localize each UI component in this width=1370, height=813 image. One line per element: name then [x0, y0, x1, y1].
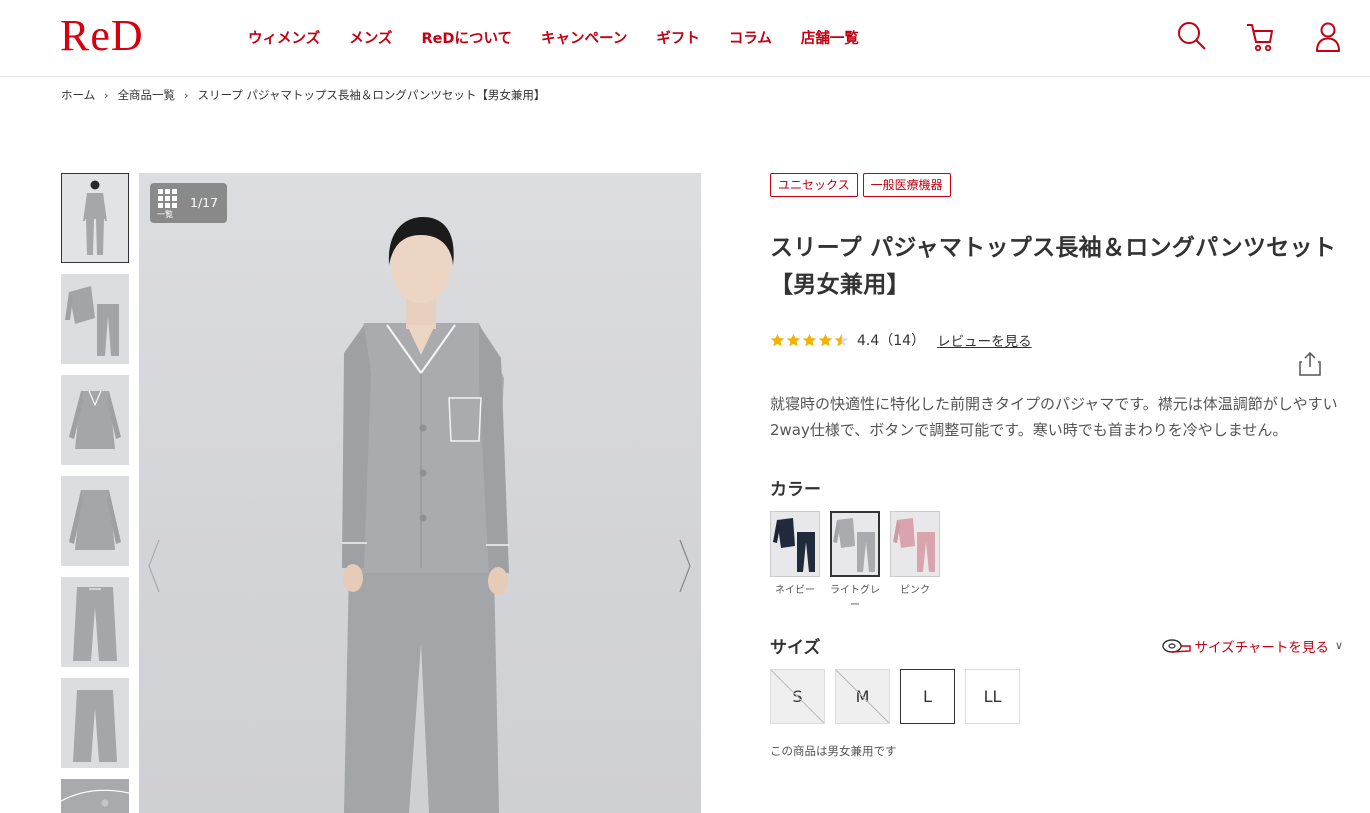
rating: 4.4（14） レビューを見る: [770, 330, 1340, 350]
size-options: S M L LL: [770, 669, 1340, 724]
chevron-down-icon: ∨: [1334, 639, 1343, 652]
size-option-l[interactable]: L: [900, 669, 955, 724]
color-swatches: ネイビー ライトグレー ピンク: [770, 511, 1340, 613]
breadcrumb: ホーム › 全商品一覧 › スリープ パジャマトップス長袖＆ロングパンツセット【…: [61, 87, 545, 103]
nav-womens[interactable]: ウィメンズ: [248, 27, 320, 48]
size-label: サイズ: [770, 638, 821, 658]
logo[interactable]: ReD: [60, 14, 144, 58]
grid-label: 一覧: [157, 210, 173, 219]
breadcrumb-current: スリープ パジャマトップス長袖＆ロングパンツセット【男女兼用】: [197, 88, 546, 102]
size-option-m[interactable]: M: [835, 669, 890, 724]
color-swatch-pink[interactable]: ピンク: [890, 511, 940, 613]
main-nav: ウィメンズ メンズ ReDについて キャンペーン ギフト コラム 店舗一覧: [248, 27, 888, 48]
cart-icon[interactable]: [1244, 20, 1276, 54]
product-tags: ユニセックス 一般医療機器: [770, 173, 1340, 197]
size-option-ll[interactable]: LL: [965, 669, 1020, 724]
model-photo: [342, 217, 509, 813]
review-link[interactable]: レビューを見る: [937, 330, 1032, 350]
product-info: ユニセックス 一般医療機器 スリープ パジャマトップス長袖＆ロングパンツセット …: [770, 173, 1343, 759]
account-icon[interactable]: [1312, 20, 1344, 54]
measuring-tape-icon: [1162, 638, 1192, 653]
nav-campaign[interactable]: キャンペーン: [541, 27, 627, 48]
search-icon[interactable]: [1176, 20, 1208, 54]
star-icon: [802, 333, 817, 346]
star-icon: [770, 333, 785, 346]
chevron-right-icon[interactable]: [678, 538, 692, 594]
nav-stores[interactable]: 店舗一覧: [801, 27, 859, 48]
swatch-image: [890, 511, 940, 577]
thumbnail-list: [61, 173, 129, 813]
thumbnail[interactable]: [61, 173, 129, 263]
image-counter: 1/17: [190, 195, 219, 210]
thumbnail[interactable]: [61, 274, 129, 364]
main-product-image[interactable]: 一覧 1/17: [139, 173, 701, 813]
thumbnail[interactable]: [61, 375, 129, 465]
breadcrumb-separator: ›: [184, 88, 189, 102]
grid-icon: [158, 189, 177, 208]
size-chart-label: サイズチャートを見る: [1194, 639, 1329, 656]
size-option-s[interactable]: S: [770, 669, 825, 724]
thumbnail[interactable]: [61, 577, 129, 667]
product-title-line2: 【男女兼用】: [770, 272, 910, 298]
unisex-note: この商品は男女兼用です: [770, 744, 897, 758]
color-swatch-navy[interactable]: ネイビー: [770, 511, 820, 613]
size-header: サイズ サイズチャートを見る ∨: [770, 633, 1343, 658]
nav-about[interactable]: ReDについて: [421, 27, 512, 48]
color-name: ピンク: [900, 585, 930, 596]
chevron-left-icon[interactable]: [147, 538, 161, 594]
nav-column[interactable]: コラム: [729, 27, 772, 48]
nav-mens[interactable]: メンズ: [349, 27, 392, 48]
swatch-image: [830, 511, 880, 577]
star-icon: [818, 333, 833, 346]
breadcrumb-all-products[interactable]: 全商品一覧: [118, 87, 176, 103]
tag-medical-device: 一般医療機器: [862, 173, 951, 197]
color-swatch-light-gray[interactable]: ライトグレー: [830, 511, 880, 613]
product-description: 就寝時の快適性に特化した前開きタイプのパジャマです。襟元は体温調節がしやすい2w…: [770, 395, 1338, 439]
color-label: カラー: [770, 480, 821, 500]
share-icon[interactable]: [1298, 351, 1322, 377]
color-name: ライトグレー: [830, 585, 880, 611]
product-title: スリープ パジャマトップス長袖＆ロングパンツセット 【男女兼用】: [770, 230, 1340, 304]
thumbnail[interactable]: [61, 779, 129, 813]
thumbnail[interactable]: [61, 678, 129, 768]
gallery-counter[interactable]: 一覧 1/17: [150, 183, 227, 223]
tag-unisex: ユニセックス: [770, 173, 858, 197]
header-icons: [1176, 20, 1344, 54]
size-chart-link[interactable]: サイズチャートを見る ∨: [1161, 636, 1343, 656]
site-header: ReD ウィメンズ メンズ ReDについて キャンペーン ギフト コラム 店舗一…: [0, 0, 1370, 77]
color-name: ネイビー: [775, 585, 815, 596]
breadcrumb-separator: ›: [104, 88, 109, 102]
star-icon: [786, 333, 801, 346]
swatch-image: [770, 511, 820, 577]
rating-stars: [770, 333, 849, 348]
nav-gift[interactable]: ギフト: [656, 27, 700, 48]
rating-value: 4.4（14）: [857, 333, 926, 349]
breadcrumb-home[interactable]: ホーム: [61, 87, 95, 103]
product-title-line1: スリープ パジャマトップス長袖＆ロングパンツセット: [770, 235, 1337, 261]
thumbnail[interactable]: [61, 476, 129, 566]
half-star-icon: [834, 333, 849, 346]
